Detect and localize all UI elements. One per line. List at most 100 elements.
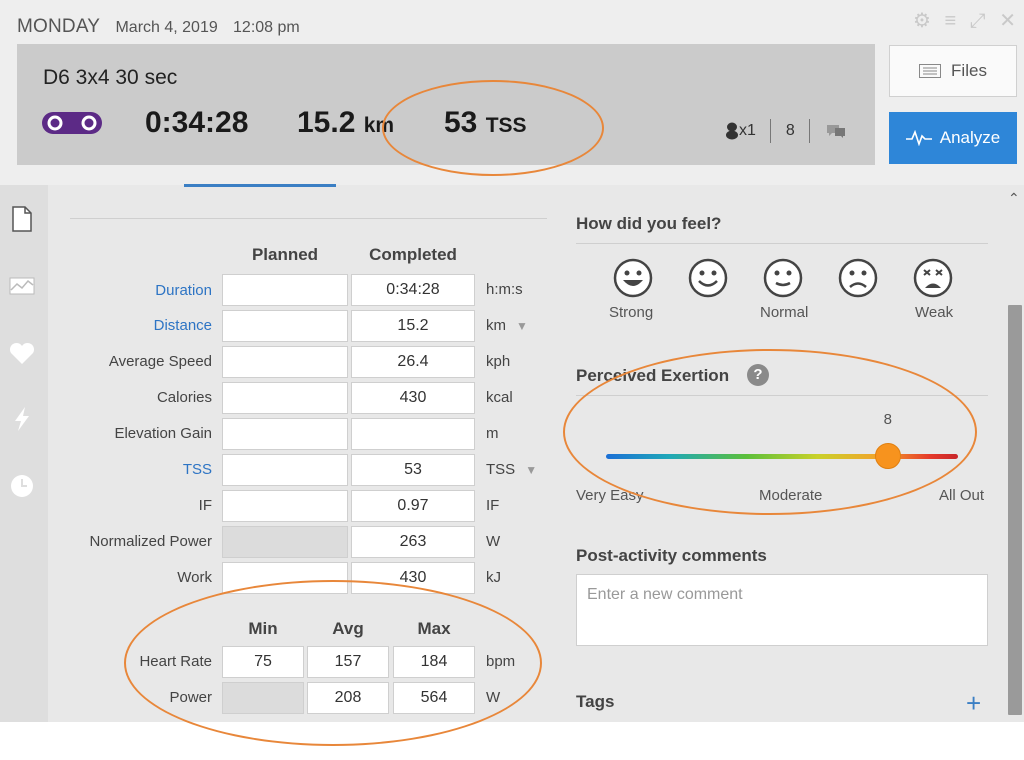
- summary-counters: x1 8: [725, 119, 847, 143]
- tss-unit-select[interactable]: TSS ▼: [486, 461, 537, 478]
- exertion-slider-thumb[interactable]: [874, 443, 901, 469]
- summary-distance: 15.2 km: [297, 106, 394, 140]
- power-max-input[interactable]: 564: [393, 682, 475, 714]
- divider: [576, 243, 988, 244]
- comments-icon[interactable]: [825, 123, 847, 139]
- unit-label: W: [486, 533, 501, 550]
- unit-label: W: [486, 689, 501, 706]
- chevron-down-icon: ▼: [516, 319, 528, 333]
- analyze-label: Analyze: [939, 128, 1001, 147]
- hr-min-input[interactable]: 75: [222, 646, 304, 678]
- tss-unit: TSS: [485, 114, 527, 137]
- planned-distance-input[interactable]: [222, 310, 348, 342]
- exertion-title: Perceived Exertion: [576, 366, 730, 385]
- feel-label-normal: Normal: [760, 304, 809, 321]
- bike-icon: [42, 112, 102, 134]
- completed-calories-input[interactable]: 430: [351, 382, 475, 414]
- tags-title: Tags: [576, 692, 615, 711]
- planned-calories-input[interactable]: [222, 382, 348, 414]
- hr-avg-input[interactable]: 157: [307, 646, 389, 678]
- completed-duration-input[interactable]: 0:34:28: [351, 274, 475, 306]
- completed-if-input[interactable]: 0.97: [351, 490, 475, 522]
- planned-if-input[interactable]: [222, 490, 348, 522]
- row-label: Average Speed: [108, 353, 212, 370]
- scroll-up-icon[interactable]: ⌃: [1008, 190, 1020, 207]
- menu-icon[interactable]: ≡: [944, 10, 956, 32]
- min-header: Min: [248, 619, 278, 638]
- unit-label: m: [486, 425, 499, 442]
- date-text: March 4, 2019: [115, 19, 218, 36]
- form-divider: [70, 218, 547, 219]
- happy-face-icon[interactable]: [688, 258, 728, 298]
- comment-input[interactable]: Enter a new comment: [576, 574, 988, 646]
- chevron-down-icon: ▼: [525, 463, 538, 477]
- time-text: 12:08 pm: [233, 19, 300, 36]
- planned-work-input[interactable]: [222, 562, 348, 594]
- row-label[interactable]: TSS: [0, 461, 212, 478]
- planned-speed-input[interactable]: [222, 346, 348, 378]
- exertion-slider-track[interactable]: [606, 454, 958, 459]
- comment-count[interactable]: 8: [786, 122, 795, 139]
- day-name: MONDAY: [17, 16, 101, 37]
- completed-speed-input[interactable]: 26.4: [351, 346, 475, 378]
- unit-label: TSS: [486, 461, 516, 478]
- unit-label: h:m:s: [486, 281, 523, 298]
- completed-tss-input[interactable]: 53: [351, 454, 475, 486]
- workout-title[interactable]: D6 3x4 30 sec: [43, 66, 177, 90]
- equipment-count[interactable]: x1: [739, 122, 756, 139]
- unit-label: km: [486, 317, 506, 334]
- max-header: Max: [417, 619, 451, 638]
- planned-tss-input[interactable]: [222, 454, 348, 486]
- feel-title: How did you feel?: [576, 214, 722, 233]
- neutral-smile-face-icon[interactable]: [763, 258, 803, 298]
- files-label: Files: [951, 61, 987, 80]
- completed-header: Completed: [369, 245, 457, 264]
- feel-label-strong: Strong: [609, 304, 654, 321]
- distance-unit: km: [363, 114, 395, 137]
- planned-elevation-input[interactable]: [222, 418, 348, 450]
- unit-label: kcal: [486, 389, 513, 406]
- planned-np-input: [222, 526, 348, 558]
- tss-value: 53: [444, 106, 478, 139]
- distance-value: 15.2: [297, 106, 356, 139]
- power-avg-input[interactable]: 208: [307, 682, 389, 714]
- power-min-input: [222, 682, 304, 714]
- sad-face-icon[interactable]: [838, 258, 878, 298]
- hr-max-input[interactable]: 184: [393, 646, 475, 678]
- date-line: MONDAY March 4, 2019 12:08 pm: [17, 16, 300, 38]
- workout-summary: D6 3x4 30 sec 0:34:28 15.2 km 53 TSS x1 …: [17, 44, 875, 165]
- distance-unit-select[interactable]: km ▼: [486, 317, 528, 334]
- exertion-label-low: Very Easy: [576, 487, 644, 504]
- help-icon[interactable]: ?: [747, 364, 769, 386]
- completed-elevation-input[interactable]: [351, 418, 475, 450]
- exertion-label-high: All Out: [939, 487, 985, 504]
- comments-title: Post-activity comments: [576, 546, 767, 565]
- row-label: Heart Rate: [139, 653, 212, 670]
- exertion-value: 8: [883, 411, 892, 428]
- completed-np-input[interactable]: 263: [351, 526, 475, 558]
- files-button[interactable]: Files: [889, 45, 1017, 97]
- exhausted-face-icon[interactable]: [913, 258, 953, 298]
- gear-icon[interactable]: ⚙: [913, 10, 931, 32]
- planned-duration-input[interactable]: [222, 274, 348, 306]
- document-icon[interactable]: [8, 205, 36, 233]
- summary-duration: 0:34:28: [145, 106, 249, 139]
- close-icon[interactable]: ✕: [999, 10, 1016, 32]
- very-happy-face-icon[interactable]: [613, 258, 653, 298]
- row-label: Work: [177, 569, 212, 586]
- summary-tss: 53 TSS: [444, 106, 527, 140]
- add-tag-button[interactable]: +: [966, 688, 981, 719]
- list-icon: [919, 64, 942, 78]
- window-controls: ⚙ ≡ ⤢ ✕: [905, 8, 1016, 33]
- expand-icon[interactable]: ⤢: [970, 10, 986, 32]
- completed-work-input[interactable]: 430: [351, 562, 475, 594]
- unit-label: IF: [486, 497, 500, 514]
- row-label[interactable]: Distance: [0, 317, 212, 334]
- completed-distance-input[interactable]: 15.2: [351, 310, 475, 342]
- analyze-button[interactable]: Analyze: [889, 112, 1017, 164]
- active-tab-indicator: [184, 184, 336, 187]
- row-label[interactable]: Duration: [0, 282, 212, 299]
- row-label: IF: [198, 497, 212, 514]
- scrollbar-thumb[interactable]: [1008, 305, 1022, 715]
- sidebar: [0, 185, 48, 722]
